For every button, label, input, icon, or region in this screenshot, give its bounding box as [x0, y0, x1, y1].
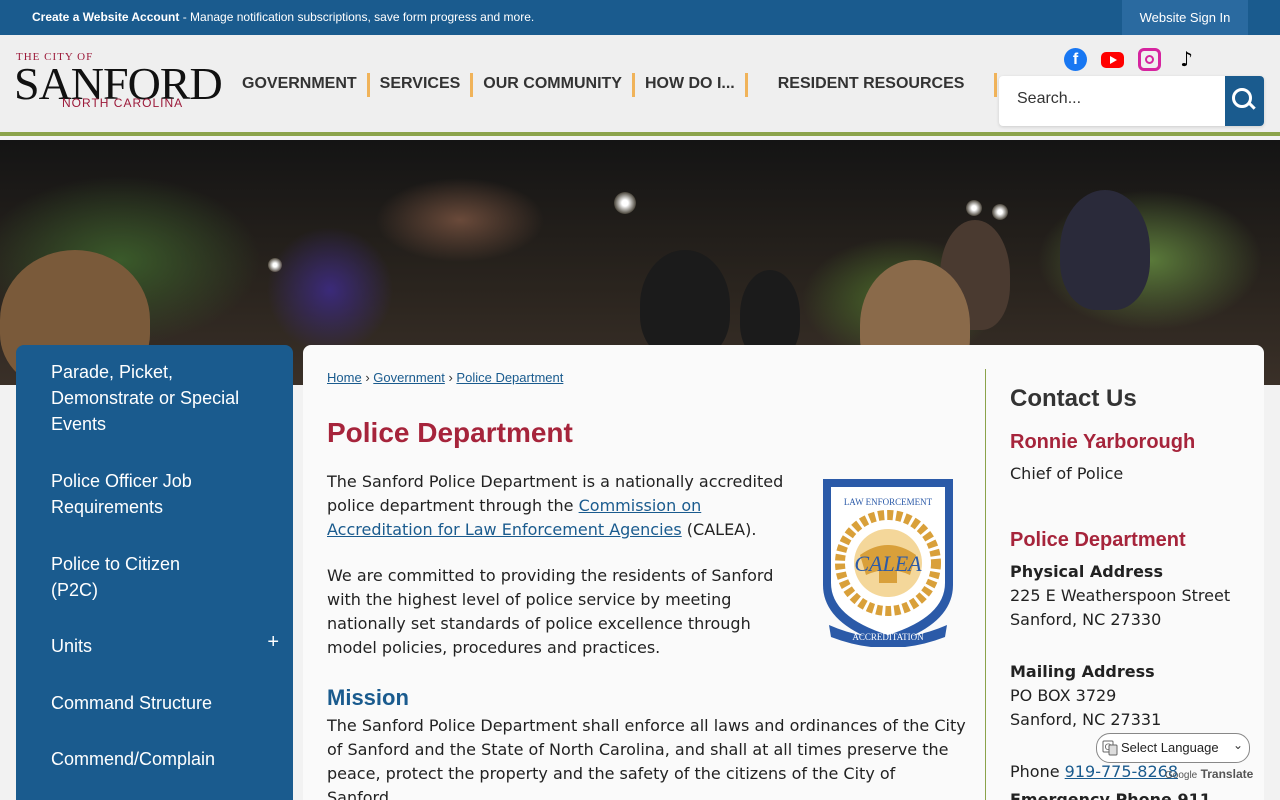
- page-title: Police Department: [327, 417, 573, 448]
- create-account-link[interactable]: Create a Website Account: [32, 10, 179, 24]
- tiktok-icon[interactable]: ♪: [1175, 48, 1198, 71]
- calea-bottom-text: ACCREDITATION: [852, 632, 924, 642]
- sidebar-item-units[interactable]: Units: [51, 633, 276, 659]
- phone-row: Phone 919-775-8268: [1010, 760, 1178, 784]
- top-bar: Create a Website Account - Manage notifi…: [0, 0, 1280, 35]
- crowd-silhouette: [1060, 190, 1150, 310]
- calea-top-text: LAW ENFORCEMENT: [844, 497, 933, 507]
- site-header: THE CITY OF SANFORD NORTH CAROLINA GOVER…: [0, 35, 1280, 136]
- mailing-address-heading: Mailing Address: [1010, 662, 1155, 681]
- intro-text-end: (CALEA).: [681, 520, 757, 539]
- language-select[interactable]: G Select Language ⌄: [1096, 733, 1250, 763]
- sidebar-item-commend-complain[interactable]: Commend/Complain: [51, 746, 276, 772]
- breadcrumb-separator: ›: [448, 370, 453, 385]
- content-divider: [985, 369, 986, 800]
- breadcrumb-police-department[interactable]: Police Department: [456, 370, 563, 385]
- nav-resident-resources[interactable]: RESIDENT RESOURCES: [748, 73, 998, 97]
- chief-name: Ronnie Yarborough: [1010, 431, 1196, 453]
- physical-address-line1: 225 E Weatherspoon Street: [1010, 586, 1231, 605]
- main-nav: GOVERNMENT SERVICES OUR COMMUNITY HOW DO…: [232, 73, 998, 99]
- light-decoration: [966, 200, 982, 216]
- sidebar-item-job-requirements[interactable]: Police Officer Job Requirements: [51, 468, 276, 520]
- search-box: [999, 76, 1264, 126]
- intro-paragraph: The Sanford Police Department is a natio…: [327, 470, 802, 542]
- create-account-description: - Manage notification subscriptions, sav…: [179, 10, 535, 24]
- contact-heading: Contact Us: [1010, 385, 1137, 412]
- google-label: Google: [1165, 770, 1198, 781]
- sidebar-item-command-structure[interactable]: Command Structure: [51, 690, 276, 716]
- intro-text: The Sanford Police Department is a natio…: [327, 472, 784, 515]
- phone-label: Phone: [1010, 762, 1065, 781]
- mailing-address-line2: Sanford, NC 27331: [1010, 710, 1162, 729]
- department-name: Police Department: [1010, 529, 1186, 551]
- light-decoration: [614, 192, 636, 214]
- create-account-message: Create a Website Account - Manage notifi…: [32, 10, 534, 24]
- city-logo[interactable]: THE CITY OF SANFORD NORTH CAROLINA: [14, 51, 223, 121]
- translate-label: Translate: [1200, 767, 1254, 781]
- commitment-paragraph: We are committed to providing the reside…: [327, 566, 774, 657]
- nav-how-do-i[interactable]: HOW DO I...: [635, 73, 748, 97]
- mission-heading: Mission: [327, 685, 409, 710]
- breadcrumb: Home › Government › Police Department: [327, 370, 563, 385]
- main-content: Home › Government › Police Department Po…: [303, 345, 1264, 800]
- nav-services[interactable]: SERVICES: [370, 73, 474, 97]
- expand-units-icon[interactable]: +: [267, 631, 279, 654]
- breadcrumb-home[interactable]: Home: [327, 370, 362, 385]
- translate-icon: G: [1102, 740, 1118, 756]
- logo-state: NORTH CAROLINA: [62, 96, 184, 110]
- light-decoration: [992, 204, 1008, 220]
- emergency-phone-text: Emergency Phone 911: [1010, 790, 1211, 800]
- powered-by-google-translate[interactable]: Google Translate: [1165, 767, 1253, 781]
- chevron-down-icon: ⌄: [1232, 738, 1243, 752]
- mailing-address-label: Mailing Address: [1010, 660, 1155, 684]
- physical-address-label: Physical Address: [1010, 560, 1163, 584]
- chief-title: Chief of Police: [1010, 464, 1124, 483]
- section-sidebar: Parade, Picket, Demonstrate or Special E…: [16, 345, 293, 800]
- search-icon[interactable]: [1225, 76, 1264, 126]
- breadcrumb-government[interactable]: Government: [373, 370, 445, 385]
- website-sign-in-button[interactable]: Website Sign In: [1122, 0, 1248, 35]
- mailing-address-line1: PO BOX 3729: [1010, 686, 1117, 705]
- nav-our-community[interactable]: OUR COMMUNITY: [473, 73, 635, 97]
- mission-paragraph: The Sanford Police Department shall enfo…: [327, 716, 966, 800]
- physical-address-heading: Physical Address: [1010, 562, 1163, 581]
- nav-government[interactable]: GOVERNMENT: [232, 73, 370, 97]
- select-language-label: Select Language: [1121, 740, 1219, 755]
- search-input[interactable]: [1017, 90, 1217, 108]
- sidebar-item-parade-events[interactable]: Parade, Picket, Demonstrate or Special E…: [51, 359, 276, 437]
- calea-mid-text: CALEA: [854, 551, 922, 576]
- calea-accreditation-logo: CALEA LAW ENFORCEMENT ACCREDITATION: [823, 479, 953, 647]
- breadcrumb-separator: ›: [365, 370, 370, 385]
- instagram-icon[interactable]: [1138, 48, 1161, 71]
- social-links: f ♪: [1064, 48, 1198, 71]
- crowd-silhouette: [640, 250, 730, 360]
- phone-link[interactable]: 919-775-8268: [1065, 762, 1178, 781]
- emergency-phone: Emergency Phone 911: [1010, 788, 1211, 800]
- light-decoration: [268, 258, 282, 272]
- youtube-icon[interactable]: [1101, 48, 1124, 71]
- facebook-icon[interactable]: f: [1064, 48, 1087, 71]
- sidebar-item-p2c[interactable]: Police to Citizen (P2C): [51, 551, 211, 603]
- physical-address-line2: Sanford, NC 27330: [1010, 610, 1162, 629]
